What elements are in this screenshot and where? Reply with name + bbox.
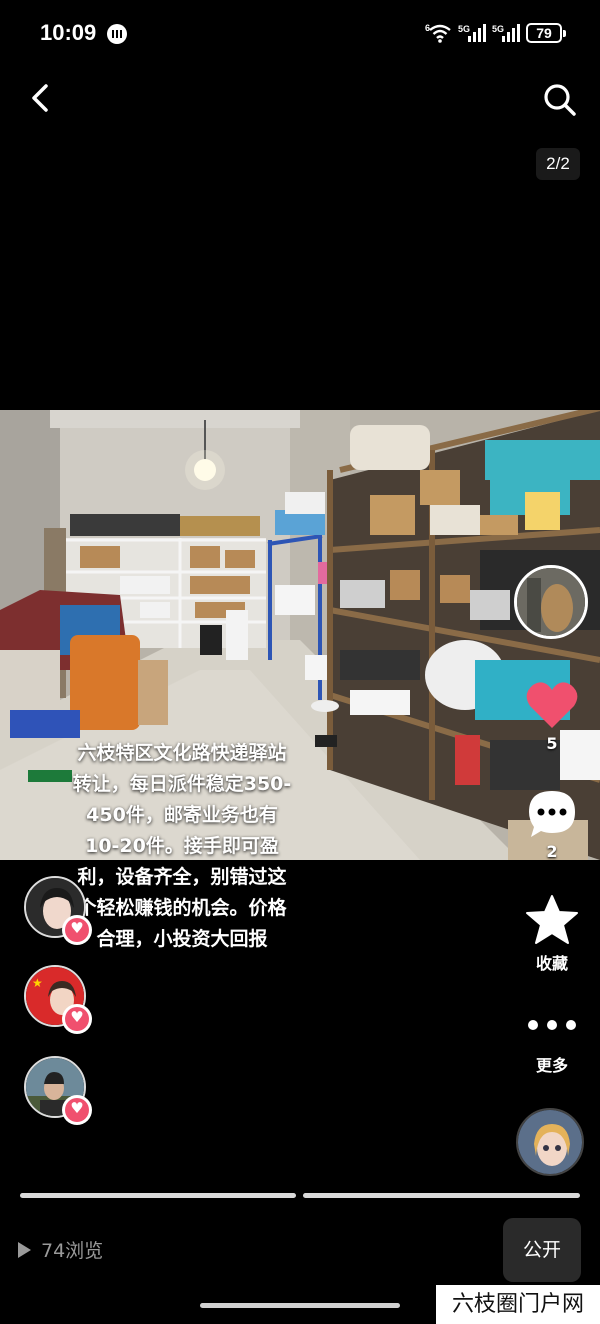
svg-text:★: ★ bbox=[32, 976, 43, 990]
watermark: 六枝圈门户网 bbox=[436, 1285, 600, 1324]
more-dots-icon bbox=[508, 1020, 596, 1030]
wifi-icon bbox=[429, 24, 451, 43]
signal-icon bbox=[467, 24, 486, 42]
view-count-label: 74浏览 bbox=[41, 1240, 104, 1262]
view-count: 74浏览 bbox=[18, 1236, 103, 1263]
battery-indicator: 79 bbox=[526, 23, 566, 43]
comment-action[interactable]: 2 bbox=[508, 788, 596, 861]
home-indicator[interactable] bbox=[200, 1303, 400, 1308]
signal-icon-2 bbox=[502, 24, 520, 42]
comment-icon bbox=[529, 791, 575, 837]
back-button[interactable] bbox=[22, 78, 62, 118]
music-disc-image bbox=[518, 1110, 582, 1174]
comment-count: 2 bbox=[546, 842, 558, 861]
more-action[interactable]: 更多 bbox=[508, 1020, 596, 1076]
like-count: 5 bbox=[546, 734, 558, 753]
progress-segment-1 bbox=[20, 1193, 296, 1198]
play-icon bbox=[18, 1241, 31, 1258]
post-caption: 六枝特区文化路快递驿站转让，每日派件稳定350-450件，邮寄业务也有10-20… bbox=[72, 742, 292, 950]
status-bar: 10:09 6 5G 5G 79 bbox=[0, 0, 600, 60]
chevron-left-icon bbox=[32, 84, 48, 112]
favorite-action[interactable]: 收藏 bbox=[508, 894, 596, 974]
search-button[interactable] bbox=[540, 80, 580, 120]
music-disc[interactable] bbox=[516, 1108, 584, 1176]
favorite-label: 收藏 bbox=[535, 954, 568, 973]
progress-segment-2 bbox=[303, 1193, 580, 1198]
like-action[interactable]: 5 bbox=[508, 680, 596, 753]
audio-wave-icon bbox=[107, 24, 127, 44]
status-time: 10:09 bbox=[40, 20, 97, 45]
page-indicator: 2/2 bbox=[536, 148, 580, 180]
heart-icon bbox=[526, 682, 578, 728]
heart-badge-icon: ♥ bbox=[62, 915, 92, 945]
heart-badge-icon: ♥ bbox=[62, 1095, 92, 1125]
star-icon bbox=[526, 895, 578, 944]
more-label: 更多 bbox=[535, 1056, 568, 1075]
author-thumbnail[interactable] bbox=[514, 565, 588, 639]
heart-badge-icon: ♥ bbox=[62, 1004, 92, 1034]
search-icon bbox=[544, 84, 576, 116]
visibility-button[interactable]: 公开 bbox=[503, 1218, 581, 1282]
status-icons: 6 5G 5G 79 bbox=[425, 20, 566, 46]
